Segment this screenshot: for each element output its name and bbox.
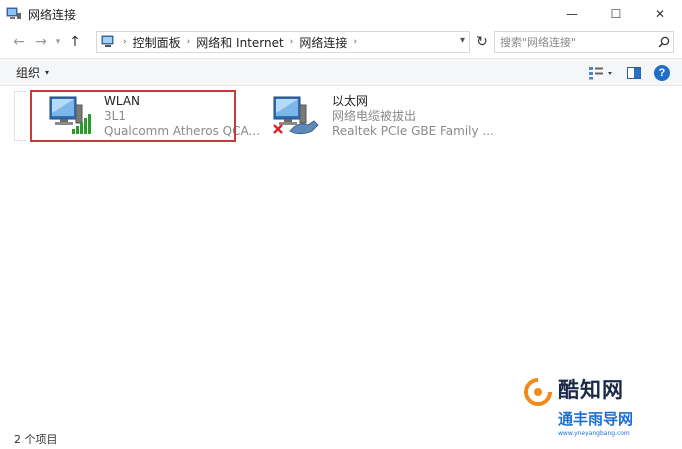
breadcrumb-separator: › xyxy=(123,37,127,47)
watermark-logo-icon xyxy=(524,378,552,406)
network-connections-app-icon xyxy=(6,7,21,19)
watermark-url: www.yneyangbang.com xyxy=(558,430,630,437)
connection-name: WLAN xyxy=(104,94,141,108)
organize-label: 组织 xyxy=(16,66,41,80)
item-count: 2 个项目 xyxy=(14,433,58,446)
address-dropdown-button[interactable]: ▾ xyxy=(460,35,465,46)
breadcrumb-separator[interactable]: › xyxy=(353,37,357,47)
title-bar: 网络连接 — ☐ ✕ xyxy=(0,0,682,28)
window-controls: — ☐ ✕ xyxy=(550,0,682,28)
watermark-brand-bottom: 通丰雨导网 xyxy=(558,410,634,428)
connection-status: 3L1 xyxy=(104,109,126,123)
breadcrumb-separator[interactable]: › xyxy=(290,37,294,47)
view-options-icon xyxy=(589,67,612,80)
search-input[interactable] xyxy=(495,32,655,52)
view-controls: ? xyxy=(578,63,672,83)
command-bar: 组织 ▾ ? xyxy=(0,58,682,86)
connection-name: 以太网 xyxy=(332,94,369,108)
preview-pane-icon xyxy=(627,67,641,79)
connection-item-wlan[interactable]: WLAN 3L1 Qualcomm Atheros QCA... xyxy=(14,91,260,141)
forward-button[interactable]: → xyxy=(30,31,52,53)
maximize-button[interactable]: ☐ xyxy=(594,0,638,28)
close-button[interactable]: ✕ xyxy=(638,0,682,28)
chevron-down-icon: ▾ xyxy=(45,68,50,77)
control-panel-icon xyxy=(101,35,114,47)
breadcrumb-network-connections[interactable]: 网络连接 xyxy=(299,34,347,51)
connection-details: 以太网 网络电缆被拔出 Realtek PCIe GBE Family ... xyxy=(332,91,494,141)
breadcrumb-network-and-internet[interactable]: 网络和 Internet xyxy=(196,34,283,51)
window-title: 网络连接 xyxy=(28,7,77,22)
watermark: 酷知网 通丰雨导网 www.yneyangbang.com xyxy=(520,372,680,446)
preview-pane-button[interactable] xyxy=(624,63,644,83)
back-button[interactable]: ← xyxy=(8,31,30,53)
wifi-adapter-icon xyxy=(42,91,98,141)
refresh-button[interactable]: ↻ xyxy=(471,31,493,53)
recent-locations-button[interactable]: ▾ xyxy=(52,31,64,53)
navigation-bar: ← → ▾ ↑ › 控制面板 › 网络和 Internet › 网络连接 › ▾… xyxy=(0,28,682,56)
search-icon[interactable] xyxy=(655,33,673,51)
connection-device: Realtek PCIe GBE Family ... xyxy=(332,124,494,138)
breadcrumb-separator[interactable]: › xyxy=(187,37,191,47)
connection-device: Qualcomm Atheros QCA... xyxy=(104,124,260,138)
help-icon: ? xyxy=(654,65,670,81)
connection-details: WLAN 3L1 Qualcomm Atheros QCA... xyxy=(104,91,260,141)
address-bar[interactable]: › 控制面板 › 网络和 Internet › 网络连接 › ▾ xyxy=(96,31,470,53)
connection-item-ethernet[interactable]: 以太网 网络电缆被拔出 Realtek PCIe GBE Family ... xyxy=(270,91,494,141)
organize-menu-button[interactable]: 组织 ▾ xyxy=(16,64,49,81)
breadcrumb-control-panel[interactable]: 控制面板 xyxy=(133,34,181,51)
connection-status: 网络电缆被拔出 xyxy=(332,109,417,123)
help-button[interactable]: ? xyxy=(652,63,672,83)
up-button[interactable]: ↑ xyxy=(64,31,86,53)
ethernet-adapter-icon xyxy=(270,91,326,141)
minimize-button[interactable]: — xyxy=(550,0,594,28)
watermark-brand-top: 酷知网 xyxy=(558,378,624,402)
search-box[interactable] xyxy=(494,31,674,53)
change-view-button[interactable] xyxy=(586,63,616,83)
